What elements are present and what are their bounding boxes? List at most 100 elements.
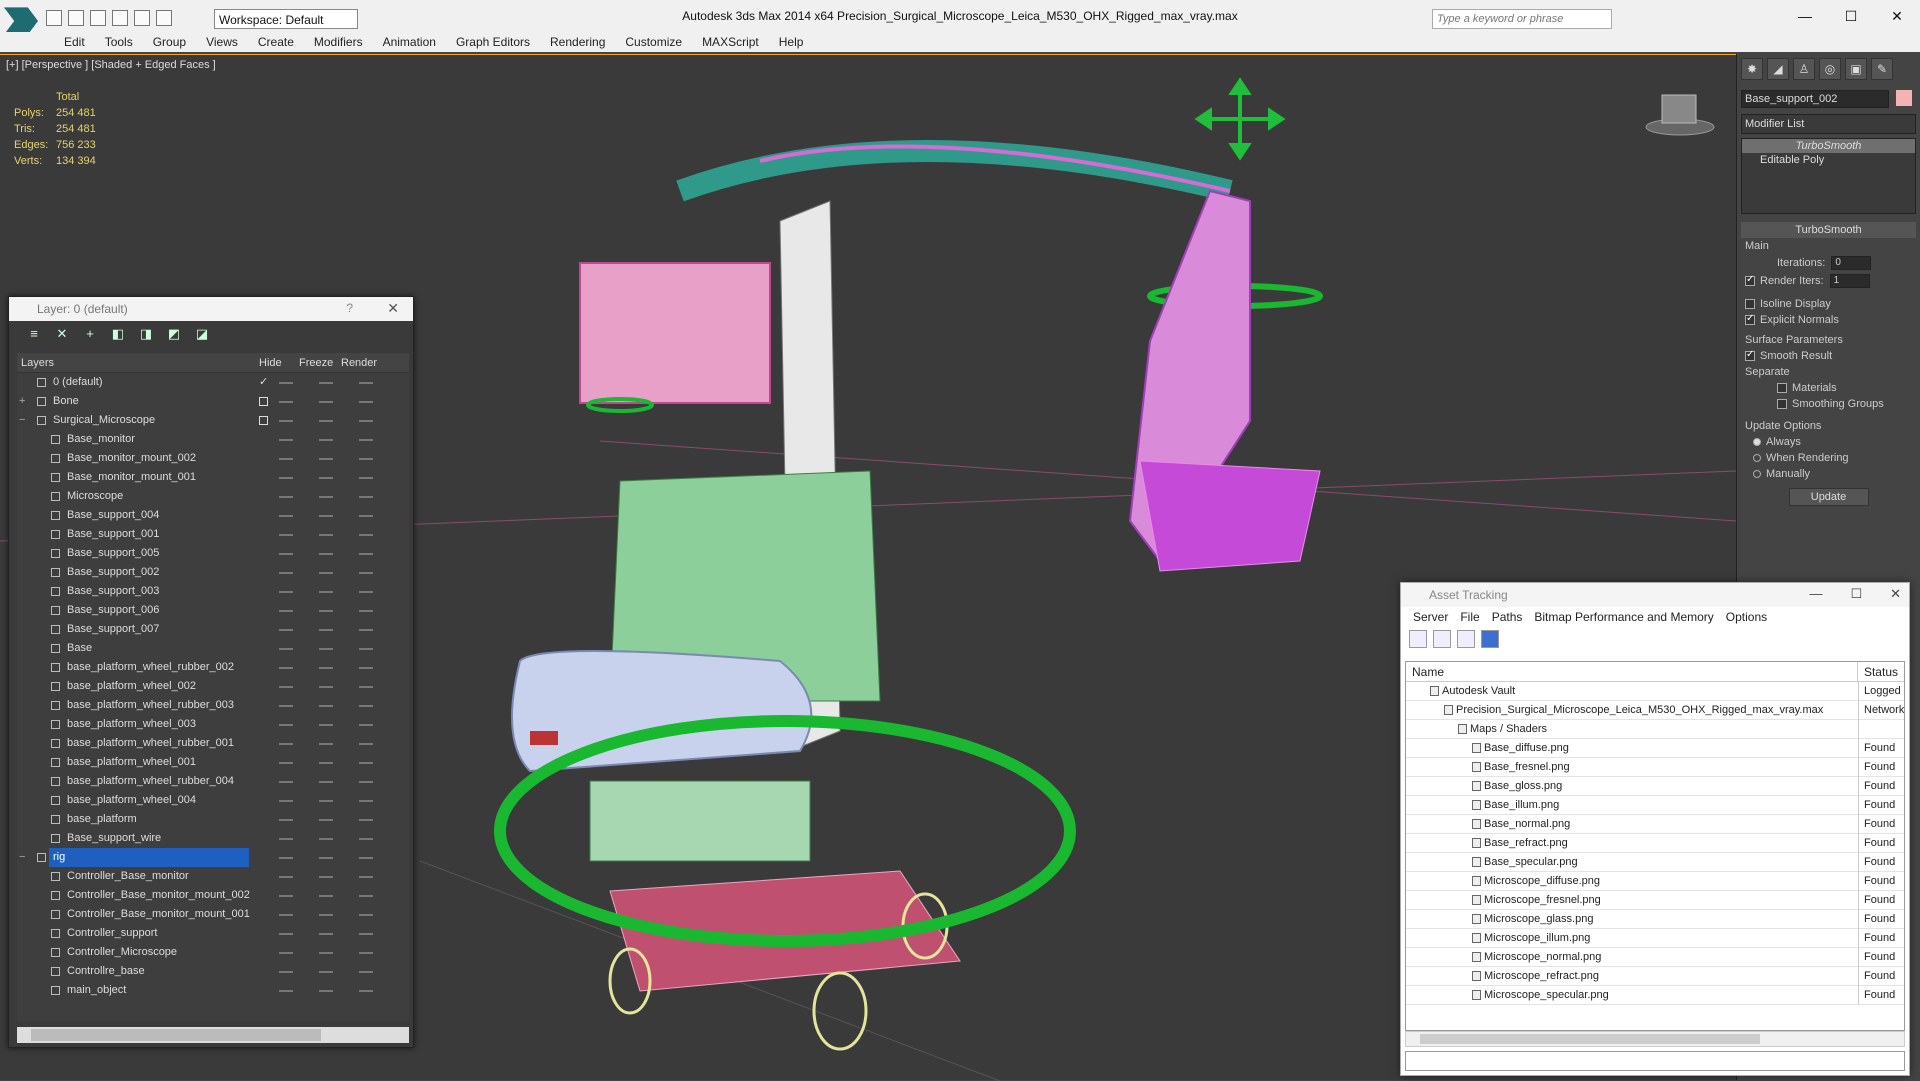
layer-name[interactable]: Controller_Base_monitor_mount_001 [63, 905, 254, 924]
hide-toggle[interactable] [279, 401, 293, 403]
asset-row[interactable]: Base_illum.png Found [1406, 796, 1904, 815]
layer-name[interactable]: Base_support_001 [63, 525, 163, 544]
freeze-toggle[interactable] [319, 800, 333, 802]
layer-name[interactable]: Controller_Microscope [63, 943, 181, 962]
redo-icon[interactable] [134, 10, 150, 26]
hide-toggle[interactable] [279, 591, 293, 593]
stack-item-turbosmooth[interactable]: TurboSmooth [1742, 139, 1915, 153]
layer-list-scrollbar[interactable] [17, 1027, 409, 1043]
layer-row[interactable]: base_platform_wheel_rubber_002 [17, 658, 409, 677]
render-toggle[interactable] [359, 458, 373, 460]
freeze-toggle[interactable] [319, 534, 333, 536]
hide-toggle[interactable] [279, 667, 293, 669]
layer-name[interactable]: base_platform_wheel_rubber_004 [63, 772, 238, 791]
layer-row[interactable]: Controllre_base [17, 962, 409, 981]
freeze-toggle[interactable] [319, 876, 333, 878]
utilities-tab-icon[interactable]: ✎ [1871, 58, 1893, 80]
isoline-checkbox[interactable] [1745, 299, 1755, 310]
asset-row[interactable]: Microscope_normal.png Found [1406, 948, 1904, 967]
hide-toggle[interactable] [279, 458, 293, 460]
layer-name[interactable]: base_platform_wheel_002 [63, 677, 200, 696]
layer-checkbox[interactable] [259, 416, 268, 425]
open-file-icon[interactable] [68, 10, 84, 26]
freeze-toggle[interactable] [319, 648, 333, 650]
hide-toggle[interactable] [279, 857, 293, 859]
layer-list[interactable]: 0 (default) ✓ + Bone − Surgical_Microscope Bas… [17, 373, 409, 1021]
layer-name[interactable]: Surgical_Microscope [49, 411, 159, 430]
minimize-button[interactable]: — [1782, 0, 1828, 32]
hide-toggle[interactable] [279, 819, 293, 821]
render-toggle[interactable] [359, 971, 373, 973]
freeze-toggle[interactable] [319, 572, 333, 574]
asset-row[interactable]: Autodesk Vault Logged O [1406, 682, 1904, 701]
hide-toggle[interactable] [279, 420, 293, 422]
layer-row[interactable]: Base_support_002 [17, 563, 409, 582]
asset-row[interactable]: Base_normal.png Found [1406, 815, 1904, 834]
layers-icon[interactable]: ≡ [25, 327, 43, 341]
hide-toggle[interactable] [279, 800, 293, 802]
freeze-toggle[interactable] [319, 914, 333, 916]
asset-tracking-title-bar[interactable]: Asset Tracking — ☐ ✕ [1401, 583, 1909, 607]
render-toggle[interactable] [359, 629, 373, 631]
hide-toggle[interactable] [279, 838, 293, 840]
expand-toggle-icon[interactable]: + [19, 392, 25, 411]
current-layer-check-icon[interactable]: ✓ [259, 373, 268, 392]
object-name-field[interactable]: Base_support_002 [1741, 90, 1889, 108]
render-toggle[interactable] [359, 933, 373, 935]
layer-row[interactable]: main_object [17, 981, 409, 1000]
menu-modifiers[interactable]: Modifiers [304, 32, 373, 52]
layer-name[interactable]: Controllre_base [63, 962, 149, 981]
render-toggle[interactable] [359, 743, 373, 745]
table-view-icon[interactable] [1481, 630, 1499, 648]
hide-toggle[interactable] [279, 439, 293, 441]
close-button[interactable]: ✕ [1874, 0, 1920, 32]
layer-name[interactable]: Base_support_002 [63, 563, 163, 582]
layer-name[interactable]: Base_support_004 [63, 506, 163, 525]
detail-view-icon[interactable] [1457, 630, 1475, 648]
asset-row[interactable]: Microscope_diffuse.png Found [1406, 872, 1904, 891]
expand-toggle-icon[interactable]: − [19, 848, 25, 867]
hide-toggle[interactable] [279, 743, 293, 745]
layer-name[interactable]: Base_support_005 [63, 544, 163, 563]
layer-name[interactable]: Base_monitor_mount_001 [63, 468, 200, 487]
hide-toggle[interactable] [279, 952, 293, 954]
render-toggle[interactable] [359, 382, 373, 384]
layer-name[interactable]: main_object [63, 981, 130, 1000]
hide-toggle[interactable] [279, 629, 293, 631]
asset-menu-paths[interactable]: Paths [1486, 607, 1529, 627]
hide-toggle[interactable] [279, 724, 293, 726]
col-freeze[interactable]: Freeze [295, 353, 337, 372]
when-rendering-radio[interactable] [1753, 454, 1761, 463]
layer-row[interactable]: Microscope [17, 487, 409, 506]
layer-name[interactable]: Controller_Base_monitor_mount_002 [63, 886, 254, 905]
asset-row[interactable]: Microscope_refract.png Found [1406, 967, 1904, 986]
layer-row[interactable]: Base_support_005 [17, 544, 409, 563]
freeze-toggle[interactable] [319, 952, 333, 954]
workspace-dropdown[interactable]: Workspace: Default [214, 9, 358, 29]
layer-row[interactable]: Base_support_003 [17, 582, 409, 601]
asset-menu-bitmap[interactable]: Bitmap Performance and Memory [1528, 607, 1719, 627]
layer-row[interactable]: Base_support_wire [17, 829, 409, 848]
menu-edit[interactable]: Edit [54, 32, 95, 52]
search-input[interactable]: Type a keyword or phrase [1432, 9, 1612, 29]
modifier-list-dropdown[interactable]: Modifier List [1741, 114, 1916, 134]
layer-name[interactable]: Base_monitor_mount_002 [63, 449, 200, 468]
render-toggle[interactable] [359, 553, 373, 555]
freeze-toggle[interactable] [319, 382, 333, 384]
layer-name[interactable]: Microscope [63, 487, 127, 506]
hierarchy-tab-icon[interactable]: ♙ [1793, 58, 1815, 80]
menu-tools[interactable]: Tools [95, 32, 143, 52]
asset-row[interactable]: Precision_Surgical_Microscope_Leica_M530… [1406, 701, 1904, 720]
hide-toggle[interactable] [279, 876, 293, 878]
freeze-toggle[interactable] [319, 971, 333, 973]
layer-row[interactable]: − rig [17, 848, 409, 867]
layer-row[interactable]: base_platform_wheel_003 [17, 715, 409, 734]
viewcube[interactable] [1645, 94, 1715, 136]
iterations-spinner[interactable]: 0 [1831, 256, 1872, 270]
layer-row[interactable]: Base_monitor [17, 430, 409, 449]
render-toggle[interactable] [359, 420, 373, 422]
col-hide[interactable]: Hide [255, 353, 295, 372]
layer-checkbox[interactable] [259, 397, 268, 406]
layer-row[interactable]: Base_support_001 [17, 525, 409, 544]
freeze-toggle[interactable] [319, 515, 333, 517]
